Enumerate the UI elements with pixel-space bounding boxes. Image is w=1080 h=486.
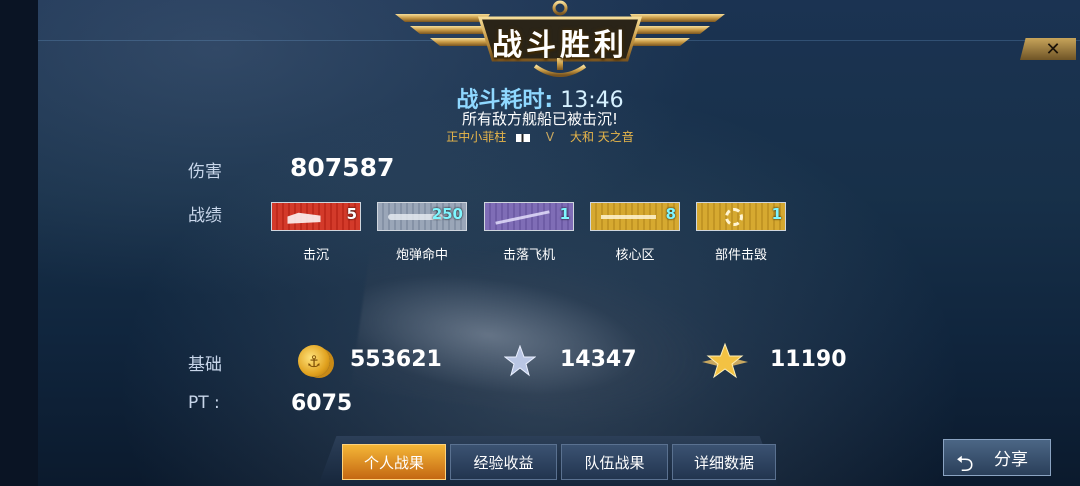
versus-row: 正中小菲柱 V 大和 天之音 <box>0 128 1080 145</box>
share-label: 分享 <box>994 450 1028 470</box>
damage-value: 807587 <box>290 153 395 182</box>
elite-xp-star-icon <box>702 342 748 379</box>
medal-count: 5 <box>346 205 357 223</box>
medal-count: 8 <box>665 205 676 223</box>
citadel-medal[interactable]: 8 <box>590 202 680 231</box>
medal-label: 击沉 <box>302 248 329 263</box>
versus-label: V <box>545 130 555 144</box>
medal-count: 1 <box>559 205 570 223</box>
sink-medal[interactable]: 5 <box>271 202 361 231</box>
coin-icon: ⚓ <box>298 345 330 377</box>
medal-label: 部件击毁 <box>714 248 767 263</box>
battle-result-text: 所有敌方舰船已被击沉! <box>461 110 618 128</box>
tab-experience-gain[interactable]: 经验收益 <box>450 444 557 480</box>
player-name: 正中小菲柱 <box>446 130 507 144</box>
share-button[interactable]: ⮌ 分享 <box>943 439 1051 477</box>
medal-label: 核心区 <box>615 248 655 263</box>
pt-value: 6075 <box>291 391 353 416</box>
left-edge-bar <box>0 0 38 486</box>
damage-label: 伤害 <box>188 162 222 182</box>
tab-detailed-data[interactable]: 详细数据 <box>672 444 776 480</box>
medal-count: 1 <box>771 205 782 223</box>
module-destroyed-medal[interactable]: 1 <box>696 202 786 231</box>
coins-value: 553621 <box>350 347 442 372</box>
medal-count: 250 <box>431 205 463 223</box>
xp-value: 14347 <box>560 347 637 372</box>
share-arrow-icon: ⮌ <box>956 452 974 477</box>
close-button[interactable]: ✕ <box>1020 38 1076 60</box>
pt-label: PT : <box>188 393 220 413</box>
sink-medal-icon <box>282 212 337 224</box>
xp-star-icon <box>504 345 536 377</box>
record-label: 战绩 <box>188 206 222 226</box>
victory-title: 战斗胜利 <box>492 28 628 63</box>
medal-label: 炮弹命中 <box>395 248 448 263</box>
opponent-name: 大和 天之音 <box>569 130 634 144</box>
close-icon: ✕ <box>1045 38 1061 60</box>
module-destroyed-medal-icon <box>725 208 743 226</box>
team-flag-icon <box>516 133 531 142</box>
citadel-medal-icon <box>601 215 656 219</box>
shell-hit-medal[interactable]: 250 <box>377 202 467 231</box>
aircraft-down-medal-icon <box>495 210 550 225</box>
aircraft-down-medal[interactable]: 1 <box>484 202 574 231</box>
tab-personal-results[interactable]: 个人战果 <box>342 444 446 480</box>
victory-emblem: 战斗胜利 <box>395 0 725 80</box>
base-label: 基础 <box>188 355 222 375</box>
tab-team-results[interactable]: 队伍战果 <box>561 444 668 480</box>
elite-xp-value: 11190 <box>770 347 847 372</box>
medal-label: 击落飞机 <box>502 248 555 263</box>
